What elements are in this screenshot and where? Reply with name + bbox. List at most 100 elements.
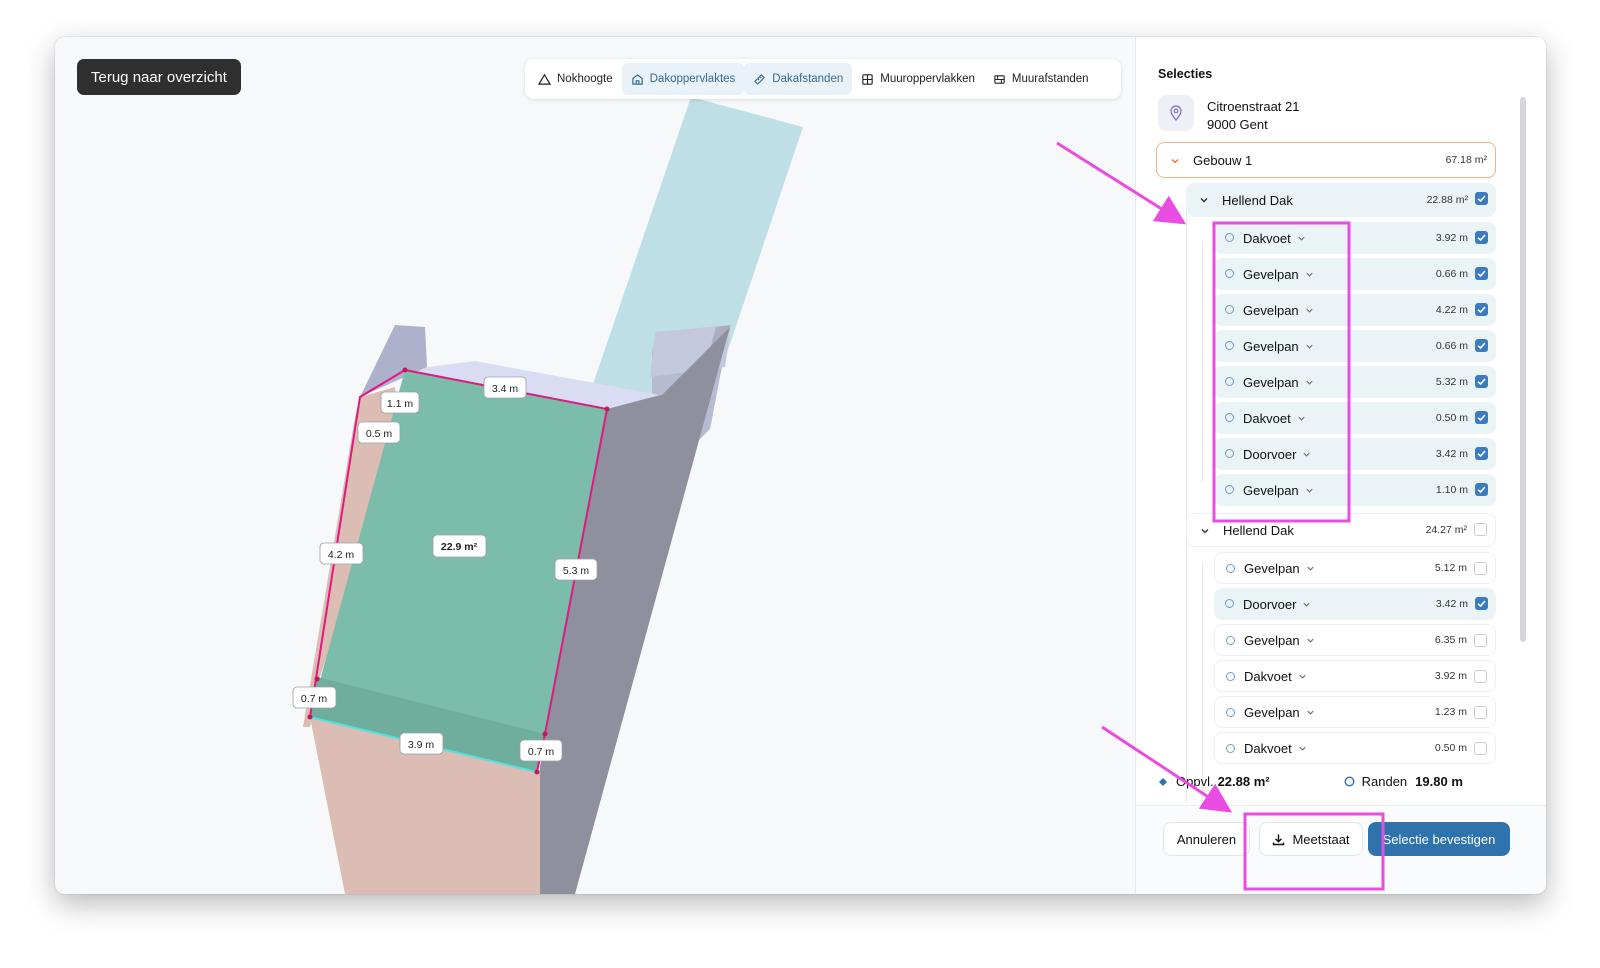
chevron-down-icon[interactable] — [1298, 672, 1307, 681]
edge-type-icon — [1225, 377, 1234, 386]
chevron-down-icon[interactable] — [1306, 564, 1315, 573]
summary-edges-label: Randen — [1361, 774, 1408, 789]
list-item[interactable]: Doorvoer 3.42 m — [1214, 588, 1496, 620]
tab-muuroppervlakken[interactable]: Muuroppervlakken — [852, 63, 984, 95]
item-checkbox[interactable] — [1475, 339, 1488, 352]
vertex[interactable] — [314, 676, 320, 682]
item-checkbox[interactable] — [1475, 375, 1488, 388]
panel-scrollbar[interactable] — [1519, 97, 1527, 757]
list-item[interactable]: Gevelpan 6.35 m — [1214, 624, 1496, 656]
edge-type-icon — [1226, 636, 1235, 645]
item-checkbox[interactable] — [1475, 267, 1488, 280]
vertex[interactable] — [542, 731, 548, 737]
item-label: Gevelpan — [1244, 632, 1300, 648]
chevron-down-icon[interactable] — [1302, 600, 1311, 609]
item-length: 0.66 m — [1435, 340, 1468, 352]
group-checkbox[interactable] — [1475, 192, 1488, 205]
list-item[interactable]: Doorvoer 3.42 m — [1214, 438, 1496, 470]
group-checkbox[interactable] — [1474, 523, 1487, 536]
item-label: Dakvoet — [1243, 230, 1291, 246]
chevron-down-icon[interactable] — [1297, 414, 1306, 423]
tab-dakoppervlaktes[interactable]: Dakoppervlaktes — [621, 63, 745, 95]
list-item[interactable]: Gevelpan 0.66 m — [1214, 258, 1496, 290]
edge-label-bottom-left: 0.7 m — [292, 686, 337, 709]
list-item[interactable]: Gevelpan 5.32 m — [1214, 366, 1496, 398]
edge-type-icon — [1225, 269, 1234, 278]
chevron-down-icon[interactable] — [1297, 234, 1306, 243]
edge-type-icon — [1225, 485, 1234, 494]
list-item[interactable]: Dakvoet 0.50 m — [1214, 732, 1496, 764]
vertex[interactable] — [534, 769, 540, 775]
confirm-selection-button[interactable]: Selectie bevestigen — [1368, 822, 1510, 856]
vertex[interactable] — [402, 367, 408, 373]
edge-type-icon — [1225, 599, 1234, 608]
list-item[interactable]: Gevelpan 5.12 m — [1214, 552, 1496, 584]
item-checkbox[interactable] — [1474, 742, 1487, 755]
list-item[interactable]: Gevelpan 1.23 m — [1214, 696, 1496, 728]
chevron-down-icon[interactable] — [1305, 378, 1314, 387]
cancel-button[interactable]: Annuleren — [1163, 822, 1250, 856]
chevron-down-icon[interactable] — [1305, 306, 1314, 315]
item-length: 5.32 m — [1435, 376, 1468, 388]
building-row[interactable]: Gebouw 1 67.18 m² — [1156, 142, 1496, 178]
svg-text:0.5 m: 0.5 m — [366, 428, 393, 440]
circle-icon — [1344, 776, 1355, 787]
item-checkbox[interactable] — [1474, 634, 1487, 647]
tab-muurafstanden[interactable]: Muurafstanden — [984, 63, 1098, 95]
triangle-icon — [538, 73, 551, 85]
item-length: 1.23 m — [1434, 706, 1467, 718]
scrollbar-thumb[interactable] — [1520, 97, 1526, 642]
item-checkbox[interactable] — [1474, 670, 1487, 683]
list-item[interactable]: Gevelpan 1.10 m — [1214, 474, 1496, 506]
vertex[interactable] — [604, 406, 610, 412]
item-label: Gevelpan — [1243, 482, 1299, 498]
vertex[interactable] — [307, 714, 313, 720]
chevron-down-icon[interactable] — [1298, 744, 1307, 753]
tab-nokhoogte[interactable]: Nokhoogte — [529, 63, 622, 95]
item-checkbox[interactable] — [1475, 483, 1488, 496]
selection-summary: Oppvl. 22.88 m² Randen 19.80 m — [1158, 774, 1463, 789]
chevron-down-icon[interactable] — [1305, 342, 1314, 351]
list-item[interactable]: Gevelpan 4.22 m — [1214, 294, 1496, 326]
chevron-down-icon[interactable] — [1306, 708, 1315, 717]
item-checkbox[interactable] — [1475, 597, 1488, 610]
item-checkbox[interactable] — [1474, 706, 1487, 719]
list-item[interactable]: Dakvoet 3.92 m — [1214, 222, 1496, 254]
tab-dakafstanden[interactable]: Dakafstanden — [744, 63, 853, 95]
edge-type-icon — [1225, 341, 1234, 350]
list-item[interactable]: Dakvoet 3.92 m — [1214, 660, 1496, 692]
item-label: Doorvoer — [1243, 596, 1297, 612]
item-checkbox[interactable] — [1475, 231, 1488, 244]
app-window: 3.4 m 1.1 m 0.5 m 4.2 m 5.3 m 0.7 m 3.9 … — [55, 37, 1546, 894]
summary-edges-value: 19.80 m — [1415, 774, 1463, 789]
list-item[interactable]: Gevelpan 0.66 m — [1214, 330, 1496, 362]
chevron-down-icon[interactable] — [1306, 636, 1315, 645]
edge-label-dormer-side: 0.5 m — [357, 421, 401, 444]
roof-3d-scene[interactable]: 3.4 m 1.1 m 0.5 m 4.2 m 5.3 m 0.7 m 3.9 … — [55, 37, 1135, 894]
item-length: 0.50 m — [1435, 412, 1468, 424]
selection-tree[interactable]: Gebouw 1 67.18 m² Hellend Dak 22.88 m² D… — [1156, 142, 1501, 802]
chevron-down-icon[interactable] — [1302, 450, 1311, 459]
edge-label-bottom: 3.9 m — [399, 732, 444, 755]
group-label: Hellend Dak — [1222, 192, 1293, 208]
group-row-hellend-dak[interactable]: Hellend Dak 24.27 m² — [1186, 513, 1496, 547]
item-length: 0.50 m — [1434, 742, 1467, 754]
chevron-down-icon[interactable] — [1305, 270, 1314, 279]
measurement-toolbar: Nokhoogte Dakoppervlaktes Dakafstanden M… — [525, 59, 1121, 99]
edge-label-bottom-right: 0.7 m — [519, 739, 563, 762]
item-checkbox[interactable] — [1475, 411, 1488, 424]
list-item[interactable]: Dakvoet 0.50 m — [1214, 402, 1496, 434]
wall-grid-icon — [862, 73, 873, 85]
edge-label-top: 3.4 m — [483, 376, 527, 399]
back-to-overview-button[interactable]: Terug naar overzicht — [77, 59, 241, 95]
item-checkbox[interactable] — [1475, 303, 1488, 316]
edge-type-icon — [1226, 708, 1235, 717]
item-checkbox[interactable] — [1474, 562, 1487, 575]
3d-viewport[interactable]: 3.4 m 1.1 m 0.5 m 4.2 m 5.3 m 0.7 m 3.9 … — [55, 37, 1135, 894]
group-row-hellend-dak[interactable]: Hellend Dak 22.88 m² — [1186, 183, 1496, 217]
item-checkbox[interactable] — [1475, 447, 1488, 460]
chevron-down-icon[interactable] — [1305, 486, 1314, 495]
building-area: 67.18 m² — [1445, 154, 1487, 166]
address-city: 9000 Gent — [1207, 117, 1268, 132]
export-meetstaat-button[interactable]: Meetstaat — [1259, 822, 1363, 856]
